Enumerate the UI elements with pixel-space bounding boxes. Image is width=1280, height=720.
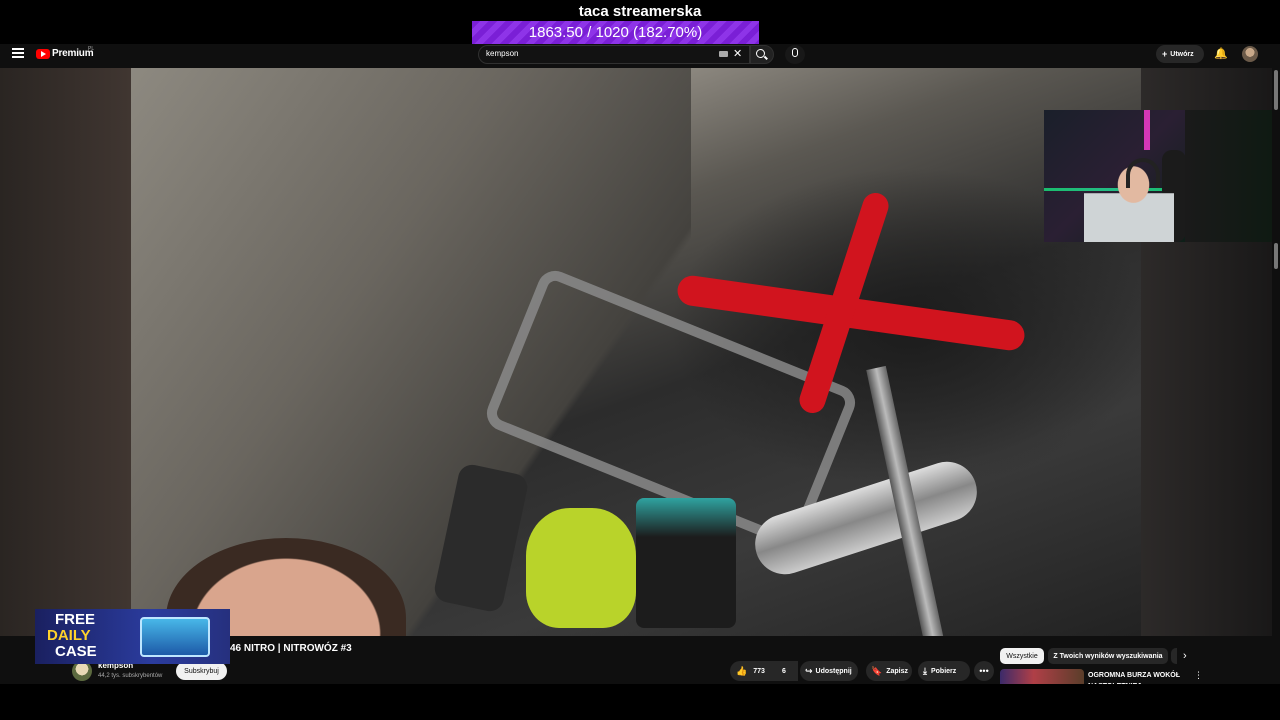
like-count: 773 [753,667,765,675]
stream-goal-title: taca streamerska [578,3,702,20]
dislike-count: 6 [782,667,786,675]
video-battery [636,498,736,628]
chip-from-search[interactable]: Z Twoich wyników wyszukiwania [1048,648,1168,664]
save-button-label: Zapisz [886,667,909,675]
case-box-image [140,617,210,657]
free-daily-case-ad[interactable]: FREE DAILY CASE [35,609,230,664]
subscriber-count: 44,2 tys. subskrybentów [98,673,163,679]
menu-icon[interactable] [12,48,24,60]
chip-all[interactable]: Wszystkie [1000,648,1044,664]
region-label: PL [88,46,95,52]
save-button[interactable]: 🔖 Zapisz [866,661,912,681]
thumb-up-icon: 👍 [736,665,748,676]
channel-avatar[interactable] [72,661,92,681]
video-player[interactable] [131,68,1141,636]
avatar[interactable] [1242,46,1258,62]
download-icon: ⤓ [923,665,927,676]
streamer-webcam [1044,110,1185,242]
stream-goal-progress-text: 1863.50 / 1020 (182.70%) [528,24,703,41]
ad-text-free: FREE [55,611,96,628]
dislike-button[interactable]: 6 [770,661,798,681]
chip-partial[interactable] [1171,648,1177,664]
download-button-label: Pobierz [930,667,957,675]
search-input-value[interactable]: kempson [486,49,518,58]
plus-icon: + [1162,48,1168,59]
youtube-logo-icon[interactable] [36,49,50,59]
scrollbar-thumb[interactable] [1274,70,1278,110]
subscribe-button[interactable]: Subskrybuj [176,662,227,680]
webcam-background [1185,110,1277,242]
share-button-label: Udostępnij [815,667,852,675]
keyboard-icon[interactable] [719,51,728,57]
video-title: 46 NITRO | NITROWÓZ #3 [230,643,352,654]
stream-goal-progress-bar: 1863.50 / 1020 (182.70%) [472,21,759,44]
ambient-background-left [0,68,131,636]
webcam-neon-light [1144,110,1150,150]
webcam-headset [1126,158,1160,188]
related-video-title[interactable]: OGROMNA BURZA WOKÓŁ NASTOLETNIEJ [1088,670,1184,684]
related-video-thumbnail[interactable] [1000,669,1084,684]
ad-text-daily: DAILY [47,627,91,644]
share-icon: ↪ [805,665,813,676]
video-glove [526,508,636,628]
more-actions-button[interactable]: ••• [974,661,994,681]
search-input[interactable] [478,45,750,64]
chevron-right-icon[interactable]: › [1183,650,1187,662]
more-icon: ••• [979,666,989,676]
page-scrollbar[interactable] [1272,44,1280,684]
mic-icon[interactable] [792,48,798,57]
scrollbar-thumb[interactable] [1274,243,1278,269]
create-button-label: Utwórz [1170,50,1194,58]
share-button[interactable]: ↪ Udostępnij [800,661,858,681]
bell-icon[interactable]: 🔔 [1214,47,1228,60]
ad-text-case: CASE [55,643,97,660]
bookmark-icon: 🔖 [871,665,883,676]
letterbox-bottom [0,684,1280,720]
create-button[interactable]: + Utwórz [1156,45,1204,63]
download-button[interactable]: ⤓ Pobierz [918,661,970,681]
close-icon[interactable]: ✕ [733,47,742,60]
search-icon[interactable] [756,49,765,58]
vertical-dots-icon[interactable]: ⋮ [1194,670,1203,681]
